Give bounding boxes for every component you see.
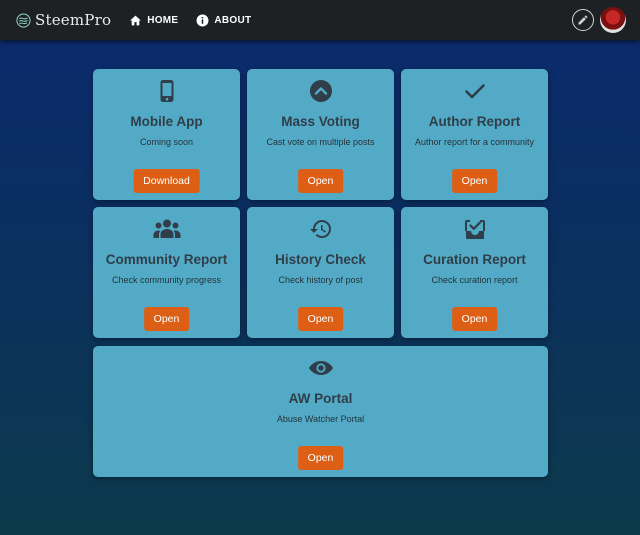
card-description: Check community progress [111,275,222,285]
history-icon [309,220,331,238]
open-button[interactable]: Open [297,307,344,331]
card-description: Author report for a community [414,137,535,147]
pencil-icon [578,15,588,25]
eye-icon [308,361,333,375]
brand-logo[interactable]: SteemPro [16,11,111,29]
top-navigation-bar: SteemPro HOME ABOUT [0,0,640,40]
card-curation-report: Curation Report Check curation report Op… [401,207,548,338]
people-group-icon [153,219,180,238]
card-description: Abuse Watcher Portal [276,414,365,424]
card-description: Check curation report [431,275,518,285]
brand-name: SteemPro [35,11,112,29]
card-mass-voting: Mass Voting Cast vote on multiple posts … [247,69,394,200]
card-history-check: History Check Check history of post Open [247,207,394,338]
checkmark-icon [464,84,485,99]
open-button[interactable]: Open [143,307,190,331]
card-author-report: Author Report Author report for a commun… [401,69,548,200]
card-description: Coming soon [139,137,194,147]
card-mobile-app: Mobile App Coming soon Download [93,69,240,200]
open-button[interactable]: Open [297,446,344,470]
inbox-check-icon [464,220,485,239]
card-title: History Check [275,252,366,267]
card-title: Mass Voting [281,114,360,129]
card-title: Community Report [105,252,228,267]
chevron-up-circle-icon [309,80,332,102]
info-icon [196,14,209,26]
home-icon [130,15,142,25]
open-button[interactable]: Open [451,307,498,331]
nav-home-link[interactable]: HOME [129,14,178,27]
steem-logo-icon [16,12,31,28]
card-community-report: Community Report Check community progres… [93,207,240,338]
open-button[interactable]: Open [297,169,344,193]
create-post-button[interactable] [572,9,594,31]
card-title: AW Portal [288,391,353,406]
card-aw-portal: AW Portal Abuse Watcher Portal Open [93,346,548,477]
mobile-phone-icon [160,80,173,102]
open-button[interactable]: Open [451,169,498,193]
card-title: Curation Report [423,252,526,267]
nav-home-label: HOME [147,14,179,26]
card-description: Cast vote on multiple posts [266,137,375,147]
nav-about-link[interactable]: ABOUT [196,14,251,27]
download-button[interactable]: Download [133,169,200,193]
card-title: Author Report [428,114,521,129]
user-avatar[interactable] [600,7,626,33]
nav-about-label: ABOUT [214,14,252,26]
card-title: Mobile App [130,114,203,129]
card-description: Check history of post [278,275,363,285]
header-actions [572,7,626,33]
